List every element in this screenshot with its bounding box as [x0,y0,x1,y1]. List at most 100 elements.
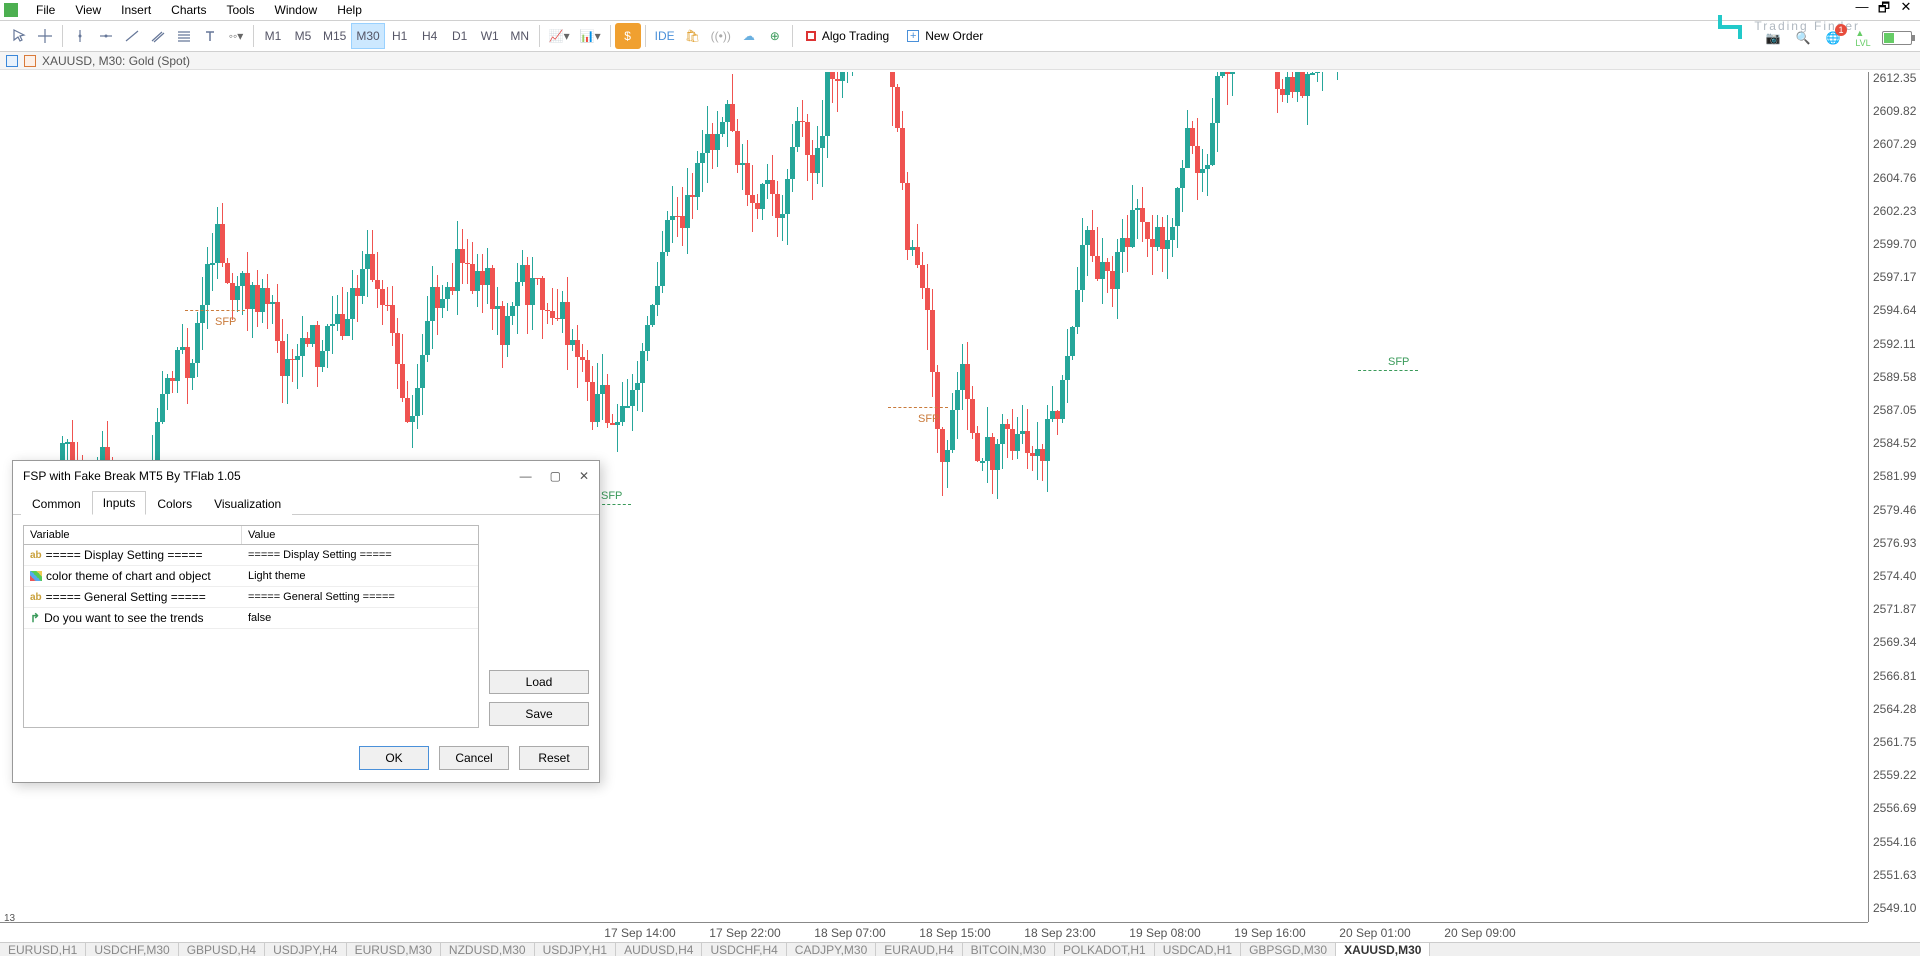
equidistant-icon[interactable] [145,23,171,49]
plus-icon: + [907,30,919,42]
chart-tab[interactable]: GBPSGD,M30 [1241,943,1336,956]
time-tick: 20 Sep 01:00 [1339,926,1410,940]
window-controls: — 🗗 ✕ [1852,0,1916,21]
sfp-label: SFP [918,413,939,425]
input-row[interactable]: ab===== General Setting ========== Gener… [24,587,478,608]
time-tick: 17 Sep 22:00 [709,926,780,940]
horizontal-line-icon[interactable] [93,23,119,49]
level-icon[interactable]: ▲LVL [1852,27,1874,49]
price-tick: 2597.17 [1873,270,1916,284]
price-tick: 2571.87 [1873,602,1916,616]
price-axis: 2612.352609.822607.292604.762602.232599.… [1868,72,1920,922]
chart-tab[interactable]: USDCHF,M30 [86,943,178,956]
price-tick: 2564.28 [1873,702,1916,716]
chart-icon-1 [6,55,18,67]
price-tick: 2604.76 [1873,171,1916,185]
load-button[interactable]: Load [489,670,589,694]
cursor-icon[interactable] [6,23,32,49]
tab-inputs[interactable]: Inputs [92,491,147,515]
menu-window[interactable]: Window [265,2,328,18]
tab-visualization[interactable]: Visualization [203,492,292,515]
fibonacci-icon[interactable] [171,23,197,49]
chart-tab[interactable]: USDCAD,H1 [1155,943,1241,956]
sfp-level-line [888,407,948,408]
menu-help[interactable]: Help [327,2,372,18]
tab-colors[interactable]: Colors [146,492,203,515]
timeframe-d1[interactable]: D1 [445,23,475,49]
vps-icon[interactable]: ⊕ [762,23,788,49]
chart-tab-active[interactable]: XAUUSD,M30 [1336,943,1430,956]
timeframe-mn[interactable]: MN [505,23,535,49]
window-close-icon[interactable]: ✕ [1896,0,1916,21]
input-row[interactable]: color theme of chart and objectLight the… [24,566,478,587]
menu-insert[interactable]: Insert [111,2,161,18]
price-tick: 2589.58 [1873,370,1916,384]
chart-tab[interactable]: POLKADOT,H1 [1055,943,1155,956]
crosshair-icon[interactable] [32,23,58,49]
chart-tab[interactable]: EURAUD,H4 [876,943,962,956]
var-value[interactable]: false [242,608,478,628]
market-icon[interactable]: 🛍 [680,23,706,49]
chart-type2-icon[interactable]: 📊▾ [575,23,606,49]
sfp-label: SFP [1388,356,1409,368]
ide-button[interactable]: IDE [650,23,680,49]
text-icon[interactable] [197,23,223,49]
screenshot-icon[interactable]: 📷 [1762,27,1784,49]
new-order-button[interactable]: +New Order [898,23,992,49]
chart-type-icon[interactable]: 📈▾ [544,23,575,49]
chart-tab[interactable]: USDJPY,H1 [535,943,616,956]
chart-tab[interactable]: CADJPY,M30 [787,943,876,956]
price-tick: 2559.22 [1873,768,1916,782]
menu-view[interactable]: View [65,2,111,18]
inputs-grid[interactable]: Variable Value ab===== Display Setting =… [23,525,479,728]
cancel-button[interactable]: Cancel [439,746,509,770]
algo-trading-button[interactable]: Algo Trading [797,23,898,49]
sfp-label: SFP [601,490,622,502]
chart-tab[interactable]: BITCOIN,M30 [963,943,1055,956]
chart-tab[interactable]: NZDUSD,M30 [441,943,535,956]
var-value[interactable]: ===== Display Setting ===== [242,545,478,565]
timeframe-m15[interactable]: M15 [318,23,351,49]
timeframe-h1[interactable]: H1 [385,23,415,49]
dollar-icon[interactable]: $ [615,23,641,49]
timeframe-m30[interactable]: M30 [351,23,384,49]
price-tick: 2607.29 [1873,137,1916,151]
menu-file[interactable]: File [26,2,65,18]
chart-tab[interactable]: AUDUSD,H4 [616,943,702,956]
chart-tab[interactable]: USDJPY,H4 [265,943,346,956]
vertical-line-icon[interactable] [67,23,93,49]
tab-common[interactable]: Common [21,492,92,515]
input-row[interactable]: ab===== Display Setting ========== Displ… [24,545,478,566]
notifications-icon[interactable]: 🌐 [1822,27,1844,49]
var-value[interactable]: ===== General Setting ===== [242,587,478,607]
string-icon: ab [30,550,42,561]
ok-button[interactable]: OK [359,746,429,770]
timeframe-w1[interactable]: W1 [475,23,505,49]
dialog-maximize-icon[interactable]: ▢ [550,469,561,483]
dialog-minimize-icon[interactable]: — [520,469,532,483]
chart-tab[interactable]: EURUSD,H1 [0,943,86,956]
save-button[interactable]: Save [489,702,589,726]
dialog-close-icon[interactable]: ✕ [579,469,589,483]
chart-tab[interactable]: GBPUSD,H4 [179,943,265,956]
objects-icon[interactable]: ◦◦▾ [223,23,249,49]
reset-button[interactable]: Reset [519,746,589,770]
cloud-icon[interactable]: ☁ [736,23,762,49]
menu-charts[interactable]: Charts [161,2,216,18]
timeframe-h4[interactable]: H4 [415,23,445,49]
input-row[interactable]: ↱Do you want to see the trendsfalse [24,608,478,629]
trendline-icon[interactable] [119,23,145,49]
timeframe-m5[interactable]: M5 [288,23,318,49]
chart-tab[interactable]: USDCHF,H4 [702,943,786,956]
signal-icon[interactable]: ((•)) [706,23,736,49]
time-tick: 20 Sep 09:00 [1444,926,1515,940]
dialog-titlebar[interactable]: FSP with Fake Break MT5 By TFlab 1.05 — … [13,461,599,491]
price-tick: 2612.35 [1873,71,1916,85]
menu-tools[interactable]: Tools [217,2,265,18]
search-icon[interactable]: 🔍 [1792,27,1814,49]
timeframe-m1[interactable]: M1 [258,23,288,49]
window-maximize-icon[interactable]: 🗗 [1874,0,1894,21]
chart-tab[interactable]: EURUSD,M30 [347,943,441,956]
price-tick: 2566.81 [1873,669,1916,683]
var-value[interactable]: Light theme [242,566,478,586]
